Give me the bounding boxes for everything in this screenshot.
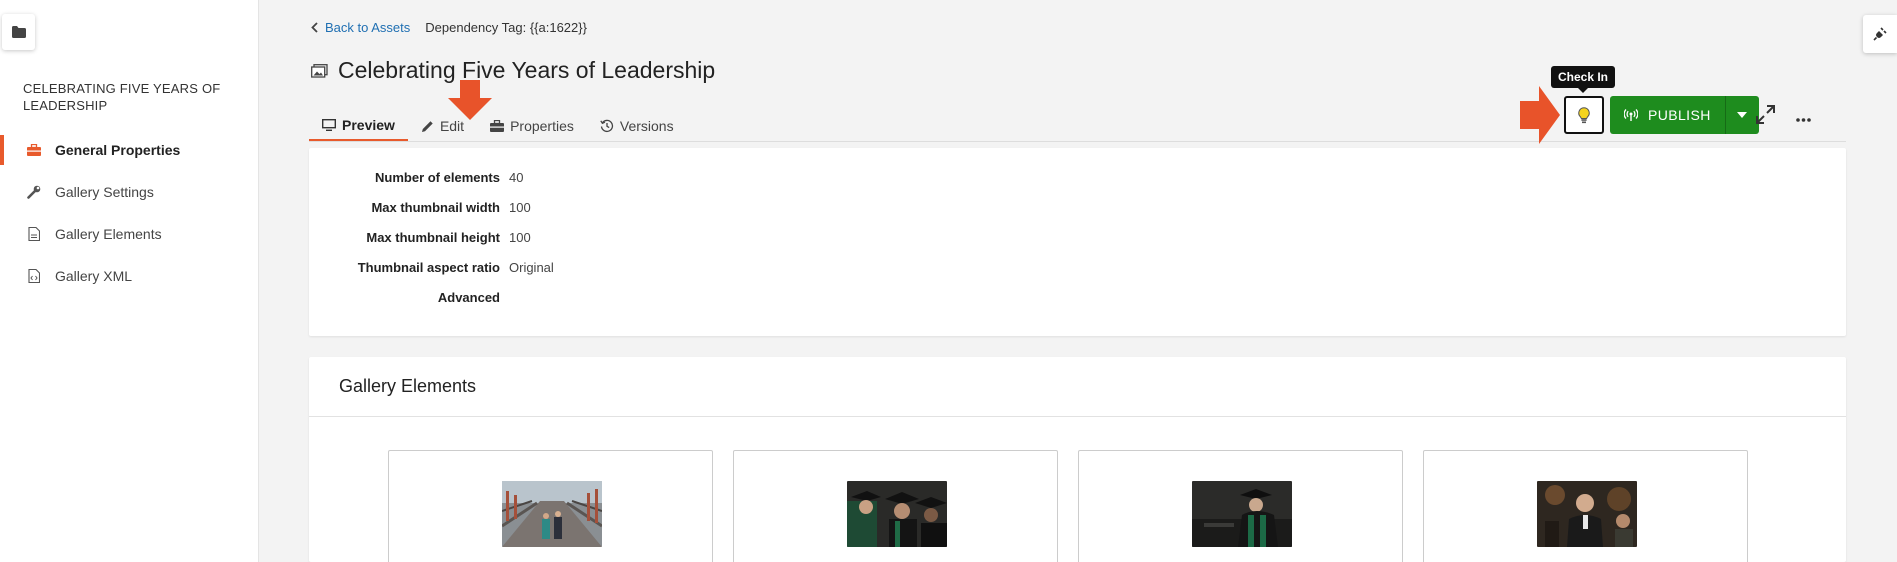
chevron-left-icon xyxy=(311,22,318,33)
ellipsis-icon xyxy=(1796,118,1811,122)
plug-icon xyxy=(1873,27,1887,41)
sidebar-item-label: Gallery Settings xyxy=(55,184,154,200)
check-in-tooltip: Check In xyxy=(1551,66,1616,93)
main-content: Back to Assets Dependency Tag: {{a:1622}… xyxy=(259,0,1846,562)
folder-toggle-button[interactable] xyxy=(2,14,35,50)
toolbox-icon xyxy=(490,120,505,132)
thumbnail-image[interactable] xyxy=(847,481,947,547)
wrench-icon xyxy=(25,183,43,201)
lightbulb-icon xyxy=(1578,106,1590,123)
pencil-icon xyxy=(421,120,433,132)
toolbox-icon xyxy=(25,141,43,159)
tab-divider xyxy=(309,141,1846,142)
gallery-icon xyxy=(311,63,328,78)
document-icon xyxy=(25,225,43,243)
property-row: Advanced xyxy=(309,287,509,307)
property-value: 100 xyxy=(509,199,531,215)
tab-versions[interactable]: Versions xyxy=(587,110,687,142)
back-link-label: Back to Assets xyxy=(325,20,411,35)
plugin-panel-button[interactable] xyxy=(1863,15,1897,53)
tab-label: Properties xyxy=(510,118,574,134)
gallery-element-card[interactable] xyxy=(733,450,1058,562)
expand-icon xyxy=(1756,105,1775,124)
more-options-button[interactable] xyxy=(1796,109,1811,127)
property-row: Number of elements 40 xyxy=(309,167,523,187)
property-label: Max thumbnail width xyxy=(371,199,500,215)
monitor-icon xyxy=(322,118,336,131)
sidebar-item-label: Gallery Elements xyxy=(55,226,162,242)
annotation-arrow-right-icon xyxy=(1520,86,1560,144)
check-in-button[interactable] xyxy=(1564,96,1604,134)
dependency-tag: Dependency Tag: {{a:1622}} xyxy=(425,20,587,35)
tab-preview[interactable]: Preview xyxy=(309,110,408,142)
gallery-element-card[interactable] xyxy=(388,450,713,562)
property-value: Original xyxy=(509,259,554,275)
publish-button-group: PUBLISH xyxy=(1610,96,1759,134)
sidebar-item-gallery-elements[interactable]: Gallery Elements xyxy=(0,213,259,255)
back-to-assets-link[interactable]: Back to Assets xyxy=(311,20,410,35)
sidebar-item-general-properties[interactable]: General Properties xyxy=(0,129,259,171)
gallery-elements-panel: Gallery Elements xyxy=(309,357,1846,562)
tab-properties[interactable]: Properties xyxy=(477,110,587,142)
publish-label: PUBLISH xyxy=(1648,107,1711,123)
broadcast-icon xyxy=(1624,109,1638,121)
property-row: Max thumbnail height 100 xyxy=(309,227,531,247)
sidebar-asset-title: CELEBRATING FIVE YEARS OF LEADERSHIP xyxy=(23,81,221,113)
gallery-element-card[interactable] xyxy=(1078,450,1403,562)
property-value: 40 xyxy=(509,169,524,185)
sidebar-item-gallery-xml[interactable]: Gallery XML xyxy=(0,255,259,297)
annotation-arrow-down-icon xyxy=(448,80,492,120)
page-title: Celebrating Five Years of Leadership xyxy=(338,57,716,83)
properties-panel: Number of elements 40 Max thumbnail widt… xyxy=(309,148,1846,336)
thumbnail-image[interactable] xyxy=(502,481,602,547)
property-label: Number of elements xyxy=(375,169,500,185)
property-value: 100 xyxy=(509,229,531,245)
property-label: Thumbnail aspect ratio xyxy=(357,259,500,275)
sidebar-item-gallery-settings[interactable]: Gallery Settings xyxy=(0,171,259,213)
property-label: Advanced xyxy=(437,289,500,305)
tab-label: Edit xyxy=(439,118,465,134)
breadcrumb: Back to Assets Dependency Tag: {{a:1622}… xyxy=(311,20,587,35)
sidebar-item-label: Gallery XML xyxy=(55,268,133,284)
tab-bar: Preview Edit Properties Versions xyxy=(309,110,687,142)
code-file-icon xyxy=(25,267,43,285)
history-icon xyxy=(600,119,613,133)
gallery-element-card[interactable] xyxy=(1423,450,1748,562)
page-title-row: Celebrating Five Years of Leadership xyxy=(311,57,715,84)
sidebar-item-label: General Properties xyxy=(55,142,181,158)
tab-label: Preview xyxy=(342,116,395,133)
property-row: Max thumbnail width 100 xyxy=(309,197,531,217)
caret-down-icon xyxy=(1737,112,1748,118)
sidebar-nav: General Properties Gallery Settings Gall… xyxy=(0,129,259,297)
publish-dropdown-button[interactable] xyxy=(1724,96,1759,134)
gallery-elements-heading: Gallery Elements xyxy=(309,357,1846,417)
thumbnail-image[interactable] xyxy=(1537,481,1637,547)
folder-icon xyxy=(11,26,26,38)
property-row: Thumbnail aspect ratio Original xyxy=(309,257,554,277)
expand-button[interactable] xyxy=(1756,105,1775,129)
thumbnail-image[interactable] xyxy=(1192,481,1292,547)
sidebar: CELEBRATING FIVE YEARS OF LEADERSHIP Gen… xyxy=(0,0,259,562)
publish-button[interactable]: PUBLISH xyxy=(1610,96,1725,134)
tab-label: Versions xyxy=(619,118,674,134)
property-label: Max thumbnail height xyxy=(366,229,500,245)
